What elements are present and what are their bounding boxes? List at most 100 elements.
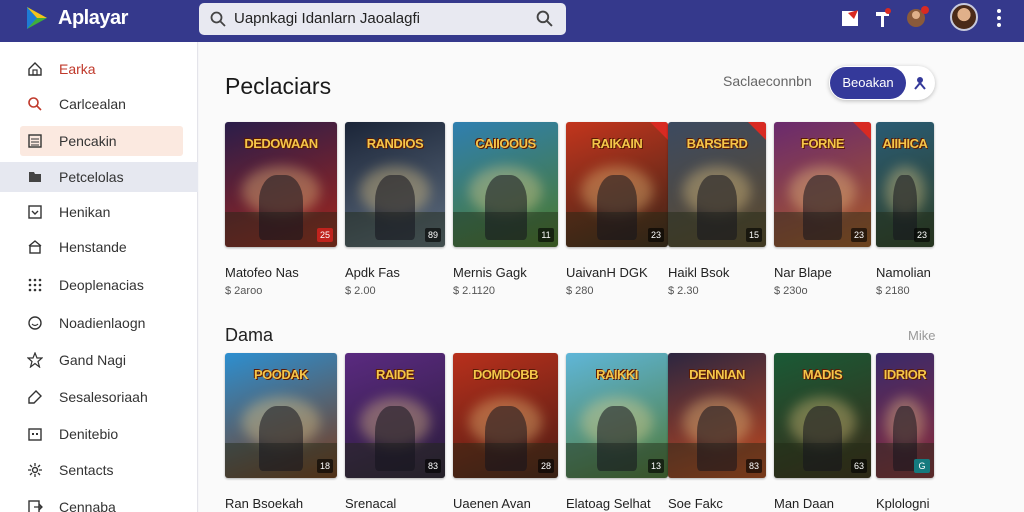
sidebar-item-label: Sesalesoriaah xyxy=(59,389,148,405)
game-card[interactable]: DENNIAN83Soe Fakc$ 200 xyxy=(668,353,766,512)
see-more-link[interactable]: Mike xyxy=(908,328,935,343)
cover-badge: 23 xyxy=(914,228,930,242)
action-pill[interactable]: Beoakan xyxy=(829,66,935,100)
game-card[interactable]: IDRIORGKplologni$ 290 xyxy=(876,353,934,512)
cover-hero-figure xyxy=(484,174,527,240)
game-card[interactable]: RANDIOS 89 Apdk Fas $ 2.00 xyxy=(345,122,445,297)
person-icon[interactable] xyxy=(912,75,928,91)
game-cover[interactable]: MADIS 63 xyxy=(774,353,871,478)
game-name[interactable]: Kplologni xyxy=(876,496,934,511)
corner-ribbon-icon xyxy=(748,122,766,140)
game-cover[interactable]: DOMDOBB 28 xyxy=(453,353,558,478)
store-icon xyxy=(28,240,42,254)
game-cover[interactable]: RAIKAIN 23 xyxy=(566,122,668,247)
sidebar-item-7[interactable]: Deoplenacias xyxy=(20,270,183,300)
cover-title: IDRIOR xyxy=(883,367,927,382)
sidebar-item-label: Sentacts xyxy=(59,462,114,478)
main-content: Peclaciars Saclaeconnbn Beoakan DEDOWAAN… xyxy=(199,42,1024,512)
sidebar-item-11[interactable]: Denitebio xyxy=(20,419,183,449)
cover-title: RANDIOS xyxy=(366,136,424,151)
cover-hero-figure xyxy=(596,174,638,240)
sidebar-item-label: Henikan xyxy=(59,204,111,220)
game-card[interactable]: DOMDOBB28Uaenen Avan$ 192 xyxy=(453,353,558,512)
character-notification-icon[interactable] xyxy=(904,5,930,31)
game-card[interactable]: BARSERD 15 Haikl Bsok $ 2.30 xyxy=(668,122,766,297)
sidebar-item-label: Denitebio xyxy=(59,426,119,442)
game-card[interactable]: RAIDE83Srenacal$ 200 xyxy=(345,353,445,512)
game-cover[interactable]: DENNIAN 83 xyxy=(668,353,766,478)
game-card[interactable]: AIIHICA 23 Namolian $ 2180 xyxy=(876,122,934,297)
sidebar-item-9[interactable]: Gand Nagi xyxy=(20,345,183,375)
app-brand[interactable]: Aplayar xyxy=(58,7,128,30)
game-name[interactable]: Srenacal xyxy=(345,496,445,511)
sidebar-item-13[interactable]: Cennaba xyxy=(20,492,183,512)
cover-badge: 18 xyxy=(317,459,333,473)
game-cover[interactable]: RANDIOS 89 xyxy=(345,122,445,247)
sidebar-item-6[interactable]: Henstande xyxy=(20,232,183,262)
search-input[interactable]: Uapnkagi Idanlarn Jaoalagfi xyxy=(234,10,420,27)
game-cover[interactable]: DEDOWAAN 25 xyxy=(225,122,337,247)
game-name[interactable]: Apdk Fas xyxy=(345,265,445,280)
game-name[interactable]: Soe Fakc xyxy=(668,496,766,511)
game-name[interactable]: Man Daan xyxy=(774,496,871,511)
sort-link[interactable]: Saclaeconnbn xyxy=(723,73,812,89)
sidebar-item-1[interactable]: Earka xyxy=(20,54,183,84)
app-logo-icon[interactable] xyxy=(24,5,50,31)
search-icon xyxy=(28,97,42,111)
cover-hero-figure xyxy=(697,405,737,471)
game-name[interactable]: Uaenen Avan xyxy=(453,496,558,511)
game-card[interactable]: RAIKAIN 23 UaivanH DGK $ 280 xyxy=(566,122,668,297)
sidebar-item-10[interactable]: Sesalesoriaah xyxy=(20,382,183,412)
game-price: $ 280 xyxy=(566,285,594,297)
game-name[interactable]: Elatoag Selhat xyxy=(566,496,668,511)
cover-badge: 83 xyxy=(746,459,762,473)
game-name[interactable]: Matofeo Nas xyxy=(225,265,337,280)
game-cover[interactable]: RAIDE 83 xyxy=(345,353,445,478)
game-card[interactable]: POODAK18Ran Bsoekah$ 2aroo xyxy=(225,353,337,512)
game-name[interactable]: Nar Blape xyxy=(774,265,871,280)
sidebar-item-8[interactable]: Noadienlaogn xyxy=(20,308,183,338)
sidebar-item-label: Noadienlaogn xyxy=(59,315,146,331)
game-cover[interactable]: RAIKKI 13 xyxy=(566,353,668,478)
page-title: Peclaciars xyxy=(225,73,332,99)
primary-action-button[interactable]: Beoakan xyxy=(830,67,906,99)
cover-title: RAIKKI xyxy=(596,367,638,382)
cover-badge: 63 xyxy=(851,459,867,473)
search-bar[interactable]: Uapnkagi Idanlarn Jaoalagfi xyxy=(199,3,566,35)
sidebar-item-label: Petcelolas xyxy=(59,169,124,185)
game-cover[interactable]: POODAK 18 xyxy=(225,353,337,478)
sidebar-item-12[interactable]: Sentacts xyxy=(20,455,183,485)
tag-icon xyxy=(28,390,42,404)
game-name[interactable]: Namolian xyxy=(876,265,934,280)
sidebar-item-2[interactable]: Carlcealan xyxy=(20,89,183,119)
avatar[interactable] xyxy=(950,3,978,31)
cover-title: DOMDOBB xyxy=(472,367,539,382)
game-card[interactable]: RAIKKI13Elatoag Selhat$ 290 xyxy=(566,353,668,512)
cover-hero-figure xyxy=(258,405,304,471)
game-cover[interactable]: FORNE 23 xyxy=(774,122,871,247)
game-cover[interactable]: AIIHICA 23 xyxy=(876,122,934,247)
more-vert-icon[interactable] xyxy=(996,9,1002,27)
game-cover[interactable]: IDRIOR G xyxy=(876,353,934,478)
game-cover[interactable]: BARSERD 15 xyxy=(668,122,766,247)
game-card[interactable]: DEDOWAAN 25 Matofeo Nas $ 2aroo xyxy=(225,122,337,297)
game-name[interactable]: Mernis Gagk xyxy=(453,265,558,280)
tool-icon[interactable] xyxy=(872,7,894,29)
sidebar-item-5[interactable]: Henikan xyxy=(20,197,183,227)
calendar-icon xyxy=(28,428,42,441)
cover-hero-figure xyxy=(375,405,415,471)
sidebar-item-label: Pencakin xyxy=(59,133,117,149)
game-cover[interactable]: CAIIOOUS 11 xyxy=(453,122,558,247)
flag-icon[interactable] xyxy=(840,7,862,29)
game-card[interactable]: FORNE 23 Nar Blape $ 230o xyxy=(774,122,871,297)
cover-badge: 23 xyxy=(851,228,867,242)
game-name[interactable]: UaivanH DGK xyxy=(566,265,668,280)
sidebar-item-4[interactable]: Petcelolas xyxy=(0,162,198,192)
game-name[interactable]: Ran Bsoekah xyxy=(225,496,337,511)
game-name[interactable]: Haikl Bsok xyxy=(668,265,766,280)
game-card[interactable]: MADIS63Man Daan$ 290 xyxy=(774,353,871,512)
search-submit-icon[interactable] xyxy=(536,10,553,27)
game-card[interactable]: CAIIOOUS 11 Mernis Gagk $ 2.1120 xyxy=(453,122,558,297)
cover-title: CAIIOOUS xyxy=(475,136,536,151)
sidebar-item-3[interactable]: Pencakin xyxy=(20,126,183,156)
